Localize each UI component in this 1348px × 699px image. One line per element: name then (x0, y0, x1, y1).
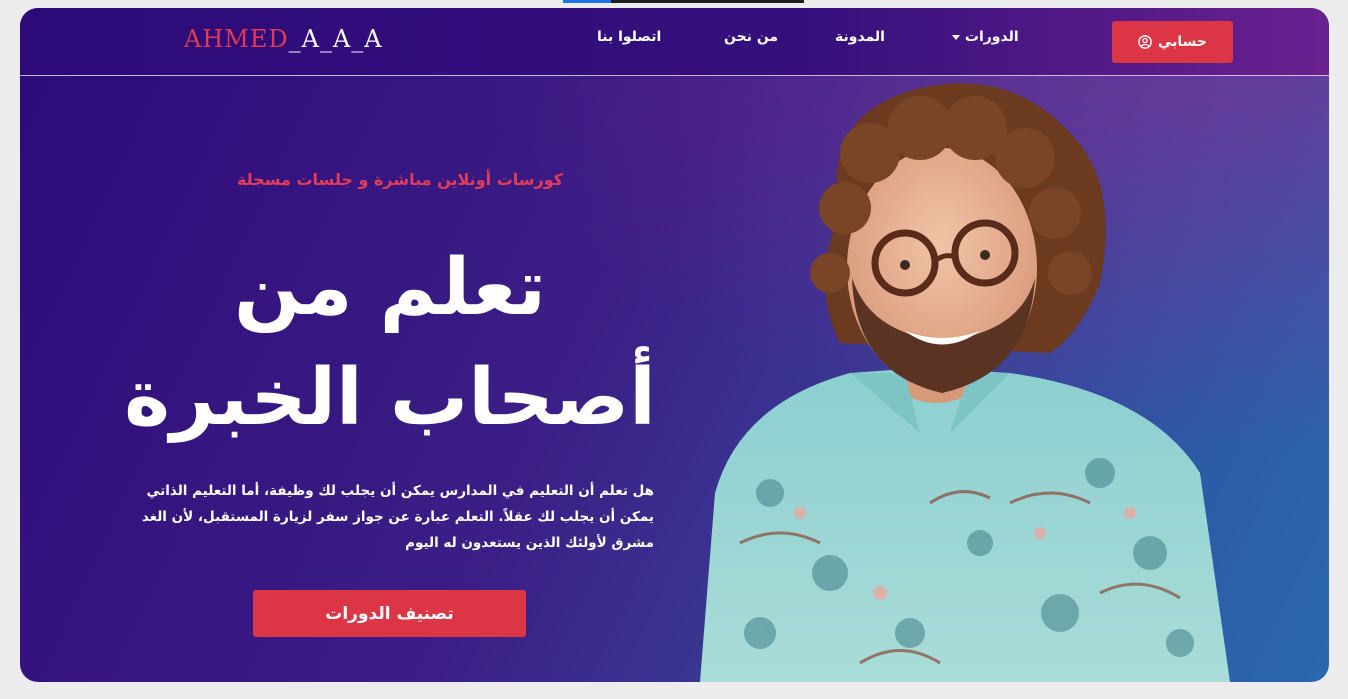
nav-link-courses[interactable]: الدورات (948, 29, 1019, 45)
navbar: AHMED_A_A_A اتصلوا بنا من نحن المدونة ال… (20, 8, 1329, 76)
browser-progress-indicator (563, 0, 611, 3)
nav-link-blog[interactable]: المدونة (835, 29, 885, 45)
account-button[interactable]: حسابي (1112, 21, 1233, 63)
nav-link-contact[interactable]: اتصلوا بنا (597, 29, 661, 45)
hero-section: AHMED_A_A_A اتصلوا بنا من نحن المدونة ال… (20, 8, 1329, 682)
account-button-label: حسابي (1158, 34, 1208, 50)
hero-portrait-image (700, 83, 1230, 682)
hero-subtitle: كورسات أونلاين مباشرة و جلسات مسجلة (236, 170, 564, 189)
hero-description: هل تعلم أن التعليم في المدارس يمكن أن يج… (141, 483, 654, 551)
caret-down-icon (952, 34, 960, 40)
hero-headline: تعلم من أصحاب الخبرة (120, 233, 660, 453)
user-circle-icon (1138, 35, 1152, 49)
hero-headline-line1: تعلم من (234, 243, 546, 333)
course-categories-button[interactable]: تصنيف الدورات (253, 590, 526, 637)
nav-link-about[interactable]: من نحن (724, 29, 778, 45)
browser-top-strip (563, 0, 804, 3)
nav-link-courses-label: الدورات (964, 29, 1019, 45)
hero-headline-line2: أصحاب الخبرة (124, 353, 656, 443)
